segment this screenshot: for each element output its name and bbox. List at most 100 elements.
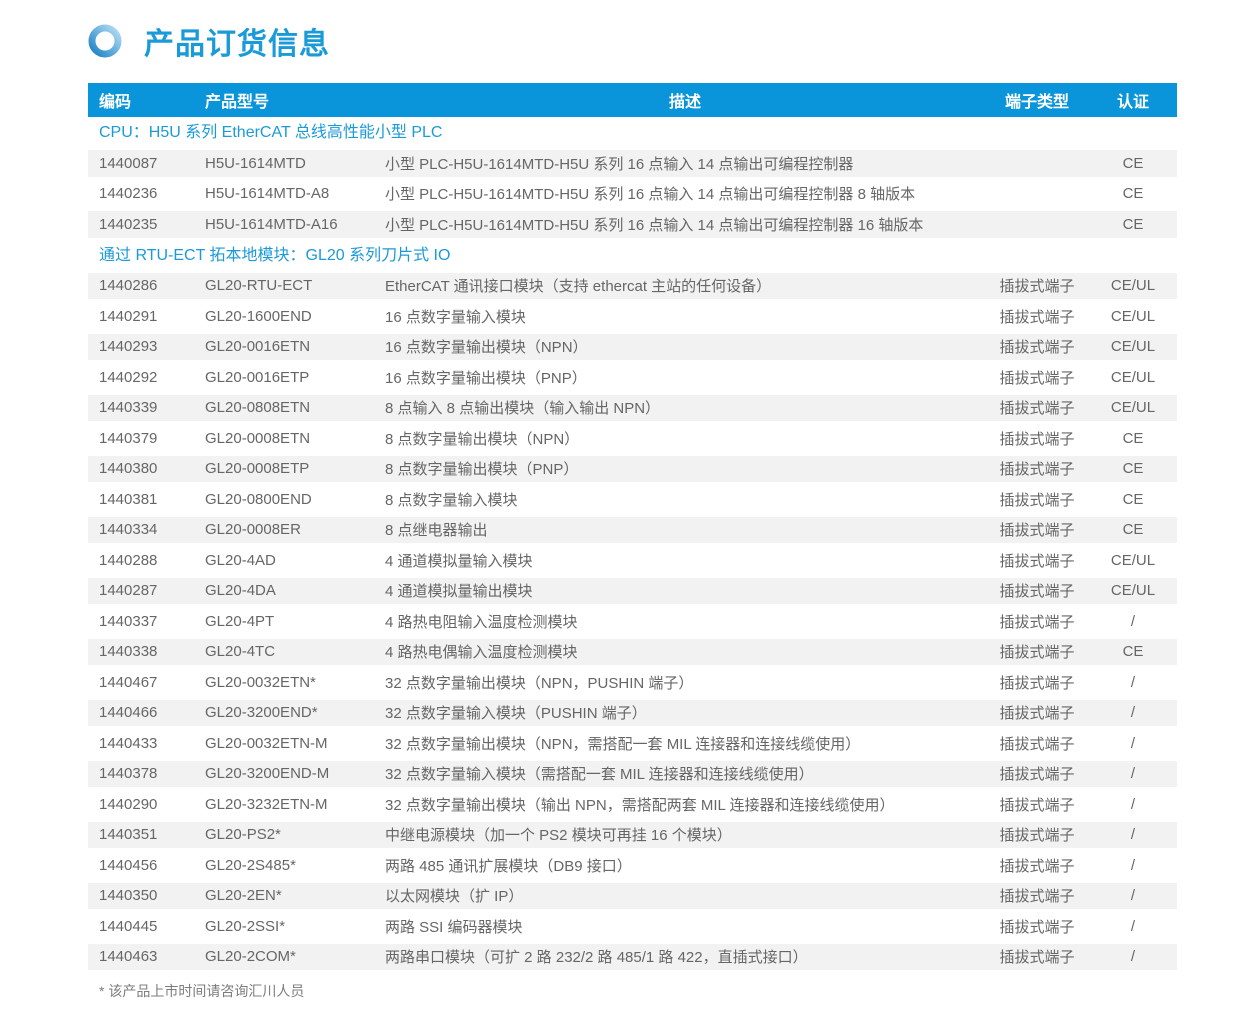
table-row: 1440286GL20-RTU-ECTEtherCAT 通讯接口模块（支持 et… [88, 271, 1177, 302]
cell-terminal: 插拔式端子 [985, 824, 1089, 845]
cell-code: 1440381 [88, 491, 205, 508]
cell-cert: CE [1089, 521, 1177, 538]
cell-terminal: 插拔式端子 [985, 763, 1089, 784]
cell-code: 1440456 [88, 857, 205, 874]
cell-desc: 4 通道模拟量输出模块 [385, 580, 985, 601]
cell-desc: 16 点数字量输出模块（NPN） [385, 336, 985, 357]
cell-code: 1440433 [88, 735, 205, 752]
cell-code: 1440236 [88, 185, 205, 202]
cell-model: GL20-0800END [205, 491, 385, 508]
cell-cert: CE/UL [1089, 399, 1177, 416]
cell-code: 1440350 [88, 887, 205, 904]
table-row: 1440466GL20-3200END*32 点数字量输入模块（PUSHIN 端… [88, 698, 1177, 729]
cell-code: 1440463 [88, 948, 205, 965]
table-row: 1440379GL20-0008ETN8 点数字量输出模块（NPN）插拔式端子C… [88, 423, 1177, 454]
cell-cert: / [1089, 704, 1177, 721]
cell-model: GL20-2COM* [205, 948, 385, 965]
cell-model: H5U-1614MTD-A16 [205, 216, 385, 233]
cell-terminal: 插拔式端子 [985, 306, 1089, 327]
page-title: 产品订货信息 [144, 19, 330, 63]
cell-desc: 32 点数字量输出模块（NPN，需搭配一套 MIL 连接器和连接线缆使用） [385, 733, 985, 754]
cell-desc: 32 点数字量输出模块（NPN，PUSHIN 端子） [385, 672, 985, 693]
table-row: 1440292GL20-0016ETP16 点数字量输出模块（PNP）插拔式端子… [88, 362, 1177, 393]
table-row: 1440445GL20-2SSI*两路 SSI 编码器模块插拔式端子/ [88, 911, 1177, 942]
table-row: 1440351GL20-PS2*中继电源模块（加一个 PS2 模块可再挂 16 … [88, 820, 1177, 851]
cell-model: GL20-0008ETN [205, 430, 385, 447]
cell-cert: CE [1089, 460, 1177, 477]
cell-model: GL20-3232ETN-M [205, 796, 385, 813]
cell-cert: / [1089, 918, 1177, 935]
table-row: 1440350GL20-2EN*以太网模块（扩 IP）插拔式端子/ [88, 881, 1177, 912]
cell-code: 1440334 [88, 521, 205, 538]
cell-desc: 两路 SSI 编码器模块 [385, 916, 985, 937]
section-header: CPU：H5U 系列 EtherCAT 总线高性能小型 PLC [88, 117, 1177, 148]
cell-desc: 4 路热电阻输入温度检测模块 [385, 611, 985, 632]
cell-code: 1440337 [88, 613, 205, 630]
cell-model: GL20-3200END-M [205, 765, 385, 782]
cell-model: GL20-PS2* [205, 826, 385, 843]
table-row: 1440456GL20-2S485*两路 485 通讯扩展模块（DB9 接口）插… [88, 850, 1177, 881]
cell-cert: / [1089, 796, 1177, 813]
cell-model: GL20-2EN* [205, 887, 385, 904]
cell-model: GL20-0016ETP [205, 369, 385, 386]
table-row: 1440337GL20-4PT4 路热电阻输入温度检测模块插拔式端子/ [88, 606, 1177, 637]
cell-code: 1440286 [88, 277, 205, 294]
cell-code: 1440380 [88, 460, 205, 477]
cell-code: 1440235 [88, 216, 205, 233]
cell-desc: 4 通道模拟量输入模块 [385, 550, 985, 571]
cell-code: 1440467 [88, 674, 205, 691]
cell-desc: 16 点数字量输入模块 [385, 306, 985, 327]
cell-model: GL20-4PT [205, 613, 385, 630]
cell-model: GL20-0008ETP [205, 460, 385, 477]
cell-code: 1440339 [88, 399, 205, 416]
table-row: 1440087H5U-1614MTD小型 PLC-H5U-1614MTD-H5U… [88, 148, 1177, 179]
cell-terminal: 插拔式端子 [985, 550, 1089, 571]
cell-model: GL20-4AD [205, 552, 385, 569]
col-header-code: 编码 [88, 88, 205, 112]
cell-model: GL20-0808ETN [205, 399, 385, 416]
cell-desc: 8 点输入 8 点输出模块（输入输出 NPN） [385, 397, 985, 418]
cell-model: GL20-0016ETN [205, 338, 385, 355]
cell-terminal: 插拔式端子 [985, 885, 1089, 906]
section-header: 通过 RTU-ECT 拓本地模块：GL20 系列刀片式 IO [88, 240, 1177, 271]
cell-cert: CE/UL [1089, 277, 1177, 294]
cell-code: 1440087 [88, 155, 205, 172]
cell-terminal: 插拔式端子 [985, 336, 1089, 357]
cell-code: 1440291 [88, 308, 205, 325]
table-row: 1440381GL20-0800END8 点数字量输入模块插拔式端子CE [88, 484, 1177, 515]
cell-model: GL20-4TC [205, 643, 385, 660]
cell-desc: 8 点数字量输出模块（NPN） [385, 428, 985, 449]
cell-desc: 32 点数字量输出模块（输出 NPN，需搭配两套 MIL 连接器和连接线缆使用） [385, 794, 985, 815]
table-header-row: 编码 产品型号 描述 端子类型 认证 [88, 83, 1177, 117]
order-table: 编码 产品型号 描述 端子类型 认证 CPU：H5U 系列 EtherCAT 总… [88, 83, 1177, 972]
page: 产品订货信息 编码 产品型号 描述 端子类型 认证 CPU：H5U 系列 Eth… [88, 0, 1177, 1001]
cell-model: GL20-1600END [205, 308, 385, 325]
cell-code: 1440445 [88, 918, 205, 935]
cell-terminal: 插拔式端子 [985, 733, 1089, 754]
cell-model: GL20-0032ETN-M [205, 735, 385, 752]
ring-icon [88, 24, 122, 58]
cell-model: GL20-3200END* [205, 704, 385, 721]
cell-cert: / [1089, 857, 1177, 874]
cell-terminal: 插拔式端子 [985, 580, 1089, 601]
cell-cert: CE [1089, 155, 1177, 172]
cell-model: GL20-RTU-ECT [205, 277, 385, 294]
cell-code: 1440292 [88, 369, 205, 386]
cell-terminal: 插拔式端子 [985, 946, 1089, 967]
cell-cert: CE/UL [1089, 369, 1177, 386]
page-header: 产品订货信息 [88, 0, 1177, 58]
table-row: 1440380GL20-0008ETP8 点数字量输出模块（PNP）插拔式端子C… [88, 454, 1177, 485]
cell-code: 1440293 [88, 338, 205, 355]
cell-terminal: 插拔式端子 [985, 672, 1089, 693]
cell-terminal: 插拔式端子 [985, 397, 1089, 418]
cell-desc: 8 点数字量输出模块（PNP） [385, 458, 985, 479]
table-row: 1440339GL20-0808ETN8 点输入 8 点输出模块（输入输出 NP… [88, 393, 1177, 424]
cell-terminal: 插拔式端子 [985, 855, 1089, 876]
cell-desc: 8 点继电器输出 [385, 519, 985, 540]
cell-desc: 4 路热电偶输入温度检测模块 [385, 641, 985, 662]
cell-code: 1440288 [88, 552, 205, 569]
table-row: 1440338GL20-4TC4 路热电偶输入温度检测模块插拔式端子CE [88, 637, 1177, 668]
cell-cert: / [1089, 674, 1177, 691]
cell-model: GL20-2SSI* [205, 918, 385, 935]
cell-desc: 小型 PLC-H5U-1614MTD-H5U 系列 16 点输入 14 点输出可… [385, 214, 985, 235]
